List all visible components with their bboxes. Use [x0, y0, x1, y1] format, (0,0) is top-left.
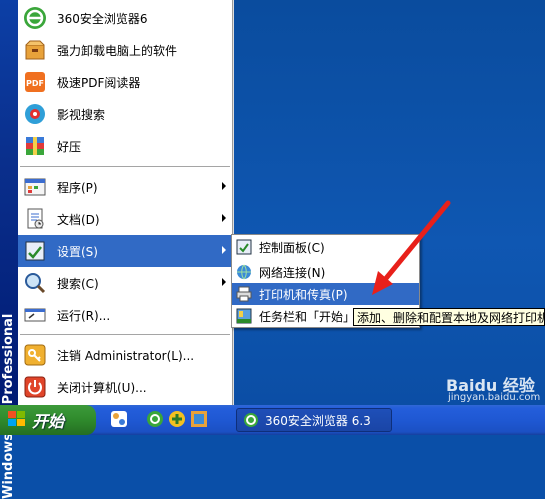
submenu-arrow-icon: [222, 246, 226, 254]
key-icon: [22, 342, 48, 368]
menu-item-360-browser[interactable]: 360安全浏览器6: [18, 2, 232, 34]
menu-item-shutdown[interactable]: 关闭计算机(U)...: [18, 371, 232, 403]
quicklaunch-plus-icon[interactable]: [168, 410, 186, 428]
svg-text:PDF: PDF: [26, 79, 44, 88]
browser-360-icon: [243, 412, 259, 428]
submenu-arrow-icon: [222, 182, 226, 190]
banner-edition: Professional: [1, 313, 16, 405]
settings-icon: [22, 238, 48, 264]
menu-separator: [20, 334, 230, 336]
power-icon: [22, 374, 48, 400]
menu-item-haozip[interactable]: 好压: [18, 130, 232, 162]
menu-item-run[interactable]: 运行(R)...: [18, 299, 232, 331]
quicklaunch-app-icon[interactable]: [110, 410, 128, 428]
quicklaunch-360-icon[interactable]: [146, 410, 164, 428]
haozip-icon: [22, 133, 48, 159]
menu-item-uninstaller[interactable]: 强力卸载电脑上的软件: [18, 34, 232, 66]
menu-item-programs[interactable]: 程序(P): [18, 171, 232, 203]
start-button[interactable]: 开始: [0, 405, 96, 435]
control-panel-icon: [235, 238, 253, 256]
quicklaunch-desktop-icon[interactable]: [190, 410, 208, 428]
start-menu-banner: Windows XP Professional: [0, 0, 18, 499]
run-icon: [22, 302, 48, 328]
pdf-reader-icon: PDF: [22, 69, 48, 95]
network-icon: [235, 263, 253, 281]
banner-brand: Windows: [1, 432, 16, 499]
submenu-item-printers[interactable]: 打印机和传真(P): [232, 283, 419, 305]
windows-flag-icon: [8, 410, 26, 430]
submenu-item-control-panel[interactable]: 控制面板(C): [232, 236, 419, 258]
printer-icon: [235, 285, 253, 303]
uninstall-box-icon: [22, 37, 48, 63]
programs-icon: [22, 174, 48, 200]
submenu-arrow-icon: [222, 278, 226, 286]
menu-separator: [20, 166, 230, 168]
menu-item-search[interactable]: 搜索(C): [18, 267, 232, 299]
menu-item-pdf-reader[interactable]: PDF 极速PDF阅读器: [18, 66, 232, 98]
search-icon: [22, 270, 48, 296]
documents-icon: [22, 206, 48, 232]
watermark-url: jingyan.baidu.com: [448, 392, 541, 403]
watermark: Baidu 经验 jingyan.baidu.com: [440, 372, 545, 403]
taskbar-button-label: 360安全浏览器 6.3: [265, 413, 371, 428]
taskbar-button-360-browser[interactable]: 360安全浏览器 6.3: [236, 408, 392, 432]
video-search-icon: [22, 101, 48, 127]
browser-360-icon: [22, 5, 48, 31]
menu-item-logoff[interactable]: 注销 Administrator(L)...: [18, 339, 232, 371]
menu-item-video-search[interactable]: 影视搜索: [18, 98, 232, 130]
menu-item-documents[interactable]: 文档(D): [18, 203, 232, 235]
submenu-item-network[interactable]: 网络连接(N): [232, 261, 419, 283]
menu-item-settings[interactable]: 设置(S): [18, 235, 232, 267]
tooltip: 添加、删除和配置本地及网络打印机: [353, 308, 545, 326]
taskbar-icon: [235, 307, 253, 325]
start-menu: Windows XP Professional 360安全浏览器6 强力卸载电脑…: [0, 0, 233, 499]
submenu-arrow-icon: [222, 214, 226, 222]
